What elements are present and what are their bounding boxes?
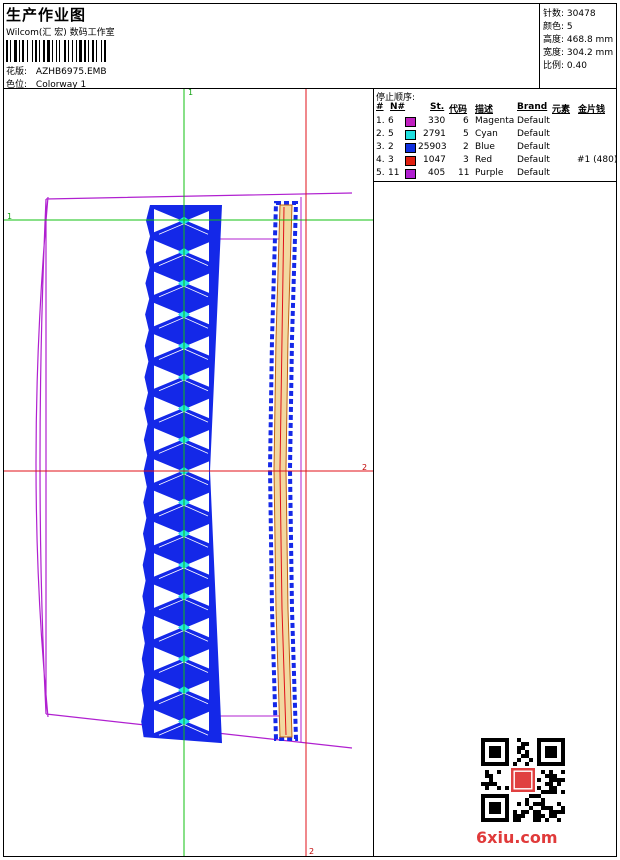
color-swatch (405, 156, 416, 166)
table-row: 5. 11 405 11 Purple Default (376, 168, 550, 179)
qr-code (481, 738, 565, 822)
marker-top: 1 (188, 89, 193, 97)
design-value: AZHB6975.EMB (35, 67, 107, 77)
color-swatch (405, 117, 416, 127)
color-swatch (405, 130, 416, 140)
marker-bottom: 2 (309, 847, 314, 856)
design-line: 花版: AZHB6975.EMB (6, 64, 107, 77)
stats-panel: 针数: 30478 颜色: 5 高度: 468.8 mm 宽度: 304.2 m… (539, 3, 617, 88)
zigzag-band (141, 205, 222, 744)
stop-sequence-table: 停止顺序: # N# St. 代码 描述 Brand 元素 金片钱 1. 6 3… (374, 89, 617, 181)
stat-colors: 颜色: 5 (543, 22, 573, 32)
page-title: 生产作业图 (6, 6, 87, 24)
stat-scale: 比例: 0.40 (543, 61, 587, 71)
col-header-brand: Brand (517, 102, 548, 112)
color-swatch (405, 169, 416, 179)
company-name: Wilcom(汇 宏) 数码工作室 (6, 28, 115, 38)
header-info: 生产作业图 Wilcom(汇 宏) 数码工作室 花版: AZHB6975.EMB… (4, 4, 539, 90)
col-header-sequin: 金片钱 (578, 105, 606, 115)
color-swatch (405, 143, 416, 153)
marker-left: 1 (7, 212, 12, 221)
table-row: 3. 2 25903 2 Blue Default (376, 142, 550, 153)
stat-stitches: 针数: 30478 (543, 9, 596, 19)
col-header-needle: N# (390, 102, 406, 112)
watermark: 6xiu.com (476, 828, 558, 847)
embroidery-preview: 1 1 2 2 (4, 89, 373, 856)
table-divider (374, 181, 617, 182)
marker-right: 2 (362, 463, 367, 472)
col-header-stitches: St. (430, 102, 445, 112)
table-row: 2. 5 2791 5 Cyan Default (376, 129, 550, 140)
col-header-index: # (376, 102, 384, 112)
stat-height: 高度: 468.8 mm (543, 35, 614, 45)
stat-width: 宽度: 304.2 mm (543, 48, 614, 58)
table-row: 1. 6 330 6 Magenta Default (376, 116, 550, 127)
table-row: 4. 3 1047 3 Red Default #1 (480) (376, 155, 618, 166)
col-header-desc: 描述 (475, 105, 494, 115)
col-header-element: 元素 (552, 105, 571, 115)
column-divider (373, 88, 374, 857)
col-header-code: 代码 (449, 105, 468, 115)
barcode (6, 40, 106, 62)
design-label: 花版: (6, 67, 28, 77)
